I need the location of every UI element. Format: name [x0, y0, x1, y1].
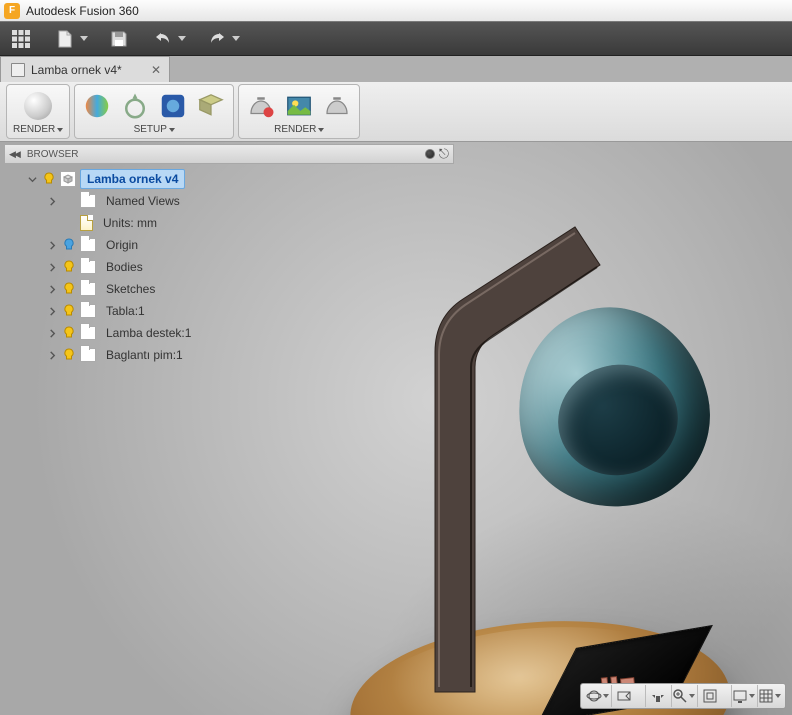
visibility-bulb-icon[interactable] — [62, 260, 76, 274]
component-icon — [60, 171, 76, 187]
workspace-label: RENDER — [13, 124, 55, 135]
tree-item-label[interactable]: Baglantı pim:1 — [100, 346, 189, 364]
folder-icon — [80, 194, 96, 208]
collapse-icon[interactable]: ◀◀ — [9, 149, 19, 160]
close-icon[interactable]: ✕ — [149, 63, 163, 77]
pin-icon[interactable]: ⎋ — [439, 146, 449, 162]
component-icon — [80, 304, 96, 318]
tree-item-origin[interactable]: Origin — [4, 234, 454, 256]
visibility-bulb-icon[interactable] — [62, 304, 76, 318]
render-label: RENDER — [274, 124, 316, 135]
look-at-button[interactable] — [611, 685, 635, 707]
chevron-down-icon — [232, 36, 240, 41]
chevron-down-icon — [169, 128, 175, 132]
document-icon — [80, 215, 93, 231]
expand-icon[interactable] — [26, 173, 38, 185]
expand-icon[interactable] — [46, 261, 58, 273]
chevron-down-icon — [318, 128, 324, 132]
data-panel-button[interactable] — [8, 27, 34, 51]
visibility-bulb-icon[interactable] — [62, 282, 76, 296]
orbit-button[interactable] — [585, 685, 609, 707]
in-canvas-render-button[interactable] — [245, 91, 277, 121]
fit-button[interactable] — [697, 685, 721, 707]
pan-button[interactable] — [645, 685, 669, 707]
expand-icon[interactable] — [46, 305, 58, 317]
tree-item-sketches[interactable]: Sketches — [4, 278, 454, 300]
environment-button[interactable] — [157, 91, 189, 121]
zoom-button[interactable] — [671, 685, 695, 707]
visibility-bulb-icon[interactable] — [62, 348, 76, 362]
document-tab-bar: Lamba ornek v4* ✕ — [0, 56, 792, 82]
render-button[interactable] — [321, 91, 353, 121]
workspace-switcher[interactable]: RENDER — [6, 84, 70, 139]
appearance-button[interactable] — [81, 91, 113, 121]
expand-icon[interactable] — [46, 195, 58, 207]
viewport[interactable]: ◀◀ BROWSER ⎋ Lamba ornek v4 Named Views — [0, 142, 792, 715]
folder-icon — [80, 238, 96, 252]
visibility-bulb-icon[interactable] — [42, 172, 56, 186]
app-title: Autodesk Fusion 360 — [26, 4, 139, 18]
model-lamp-shade — [518, 307, 708, 507]
navigation-bar — [580, 683, 786, 709]
component-icon — [80, 326, 96, 340]
redo-button[interactable] — [204, 27, 240, 51]
expand-icon[interactable] — [46, 239, 58, 251]
browser-header: ◀◀ BROWSER ⎋ — [4, 144, 454, 164]
browser-title: BROWSER — [27, 149, 79, 160]
render-panel: RENDER — [238, 84, 360, 139]
tree-item-named-views[interactable]: Named Views — [4, 190, 454, 212]
tree-item-label[interactable]: Named Views — [100, 192, 186, 210]
chevron-down-icon — [80, 36, 88, 41]
render-workspace-icon — [15, 91, 61, 121]
ribbon-toolbar: RENDER SETUP RENDER — [0, 82, 792, 142]
quick-access-toolbar — [0, 22, 792, 56]
setup-label: SETUP — [134, 124, 167, 135]
capture-image-button[interactable] — [283, 91, 315, 121]
browser-tree: Lamba ornek v4 Named Views Units: mm — [4, 164, 454, 370]
expand-icon[interactable] — [46, 349, 58, 361]
tree-root-row[interactable]: Lamba ornek v4 — [4, 168, 454, 190]
expand-icon[interactable] — [46, 327, 58, 339]
tree-item-units[interactable]: Units: mm — [4, 212, 454, 234]
scene-settings-button[interactable] — [119, 91, 151, 121]
tree-item-label[interactable]: Origin — [100, 236, 144, 254]
display-settings-button[interactable] — [731, 685, 755, 707]
chevron-down-icon — [749, 694, 755, 698]
expand-icon[interactable] — [46, 283, 58, 295]
tree-item-label[interactable]: Tabla:1 — [100, 302, 151, 320]
tree-item-tabla[interactable]: Tabla:1 — [4, 300, 454, 322]
document-tab[interactable]: Lamba ornek v4* ✕ — [0, 56, 170, 82]
chevron-down-icon — [775, 694, 781, 698]
setup-panel: SETUP — [74, 84, 234, 139]
tree-item-label[interactable]: Lamba destek:1 — [100, 324, 197, 342]
tree-item-label[interactable]: Units: mm — [97, 214, 163, 232]
cube-icon — [11, 63, 25, 77]
undo-button[interactable] — [150, 27, 186, 51]
grid-settings-button[interactable] — [757, 685, 781, 707]
component-icon — [80, 348, 96, 362]
expand-placeholder — [46, 217, 58, 229]
browser-panel: ◀◀ BROWSER ⎋ Lamba ornek v4 Named Views — [4, 144, 454, 370]
chevron-down-icon — [178, 36, 186, 41]
folder-icon — [80, 282, 96, 296]
chevron-down-icon — [689, 694, 695, 698]
tree-item-label[interactable]: Sketches — [100, 280, 161, 298]
tree-item-lamba-destek[interactable]: Lamba destek:1 — [4, 322, 454, 344]
settings-dot-icon[interactable] — [425, 149, 435, 159]
document-tab-label: Lamba ornek v4* — [31, 63, 122, 77]
texture-map-button[interactable] — [195, 91, 227, 121]
tree-item-baglanti-pim[interactable]: Baglantı pim:1 — [4, 344, 454, 366]
tree-root-label[interactable]: Lamba ornek v4 — [80, 169, 185, 189]
tree-item-bodies[interactable]: Bodies — [4, 256, 454, 278]
tree-item-label[interactable]: Bodies — [100, 258, 149, 276]
chevron-down-icon — [603, 694, 609, 698]
save-button[interactable] — [106, 27, 132, 51]
chevron-down-icon — [57, 128, 63, 132]
visibility-bulb-icon[interactable] — [62, 326, 76, 340]
file-menu-button[interactable] — [52, 27, 88, 51]
title-bar: F Autodesk Fusion 360 — [0, 0, 792, 22]
app-icon: F — [4, 3, 20, 19]
visibility-bulb-icon[interactable] — [62, 238, 76, 252]
folder-icon — [80, 260, 96, 274]
